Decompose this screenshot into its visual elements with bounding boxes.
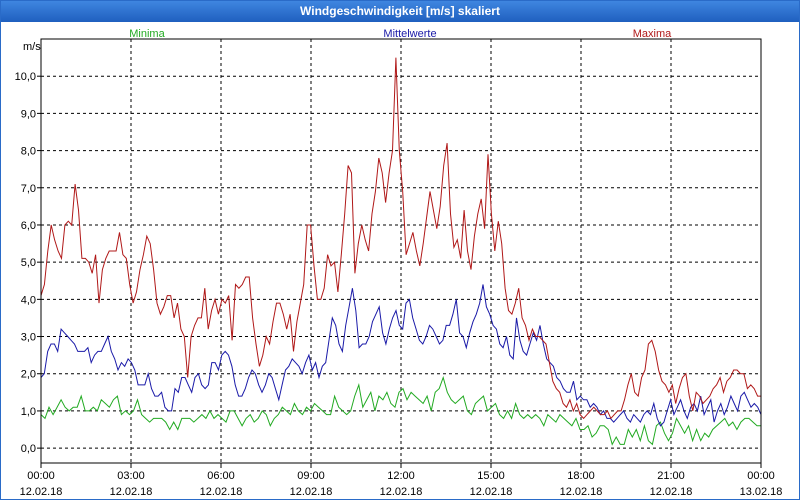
x-tick-date: 12.02.18 <box>470 486 513 498</box>
chart-grid <box>41 39 761 463</box>
x-tick-time: 12:00 <box>387 470 415 482</box>
x-tick-date: 12.02.18 <box>380 486 423 498</box>
y-tick-label: 3,0 <box>21 332 36 344</box>
x-tick-time: 09:00 <box>297 470 325 482</box>
y-axis-label: m/s <box>23 41 41 53</box>
x-tick-date: 13.02.18 <box>740 486 783 498</box>
x-tick-date: 12.02.18 <box>200 486 243 498</box>
legend-entry-minima: Minima <box>129 28 165 40</box>
y-tick-label: 9,0 <box>21 108 36 120</box>
y-tick-label: 8,0 <box>21 146 36 158</box>
y-tick-label: 6,0 <box>21 220 36 232</box>
window-title: Windgeschwindigkeit [m/s] skaliert <box>1 1 799 22</box>
y-tick-label: 1,0 <box>21 406 36 418</box>
x-tick-time: 00:00 <box>27 470 55 482</box>
x-tick-date: 12.02.18 <box>560 486 603 498</box>
x-tick-time: 21:00 <box>657 470 685 482</box>
y-tick-label: 7,0 <box>21 183 36 195</box>
x-tick-time: 18:00 <box>567 470 595 482</box>
y-tick-label: 0,0 <box>21 443 36 455</box>
chart-window: Windgeschwindigkeit [m/s] skaliert Minim… <box>0 0 800 500</box>
x-axis-ticks: 00:00 12.02.18 03:00 12.02.18 06:00 12.02.18 0… <box>20 463 783 498</box>
legend-entry-mittelwerte: Mittelwerte <box>383 28 436 40</box>
x-tick-date: 12.02.18 <box>20 486 63 498</box>
chart-legend: Minima Mittelwerte Maxima <box>129 28 672 40</box>
y-tick-label: 4,0 <box>21 294 36 306</box>
x-tick-date: 12.02.18 <box>650 486 693 498</box>
legend-entry-maxima: Maxima <box>633 28 672 40</box>
y-axis: m/s <box>23 41 41 53</box>
wind-speed-chart: Minima Mittelwerte Maxima m/s 0,0 1,0 2,0 3,0… <box>15 28 783 498</box>
y-tick-label: 10,0 <box>15 71 36 83</box>
x-tick-time: 06:00 <box>207 470 235 482</box>
x-tick-time: 15:00 <box>477 470 505 482</box>
y-axis-ticks: 0,0 1,0 2,0 3,0 4,0 5,0 6,0 7,0 8,0 9,0 10,0 <box>15 71 41 455</box>
x-tick-date: 12.02.18 <box>290 486 333 498</box>
x-tick-time: 00:00 <box>747 470 775 482</box>
y-tick-label: 5,0 <box>21 257 36 269</box>
y-tick-label: 2,0 <box>21 369 36 381</box>
x-tick-time: 03:00 <box>117 470 145 482</box>
x-tick-date: 12.02.18 <box>110 486 153 498</box>
